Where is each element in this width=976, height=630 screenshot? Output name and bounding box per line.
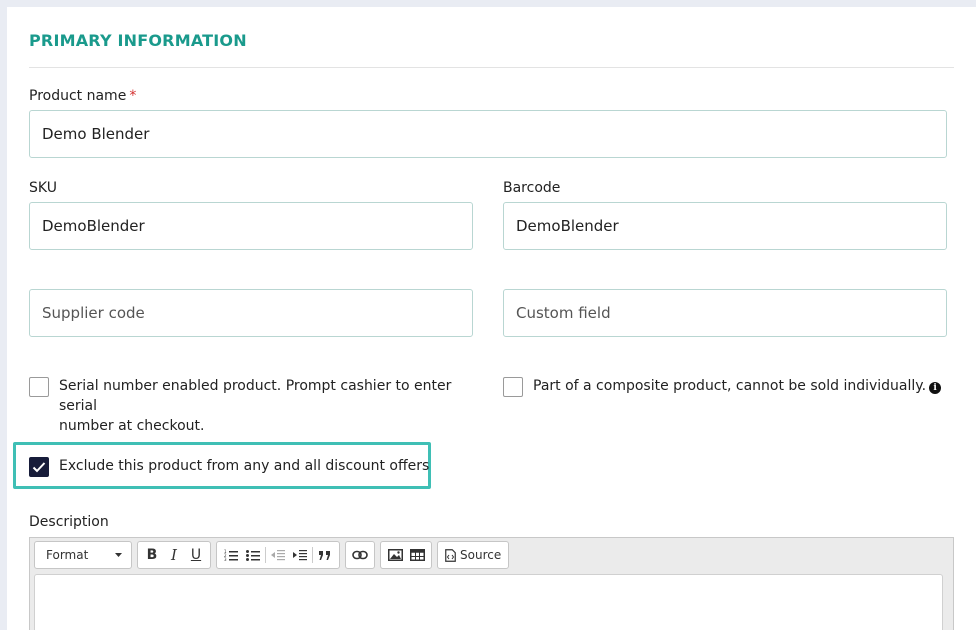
sku-label: SKU [29, 180, 57, 196]
format-group: Format [34, 541, 132, 569]
editor-toolbar: Format B I U 123 Source [34, 541, 510, 569]
composite-product-checkbox[interactable] [503, 377, 523, 397]
sku-input[interactable]: DemoBlender [29, 202, 473, 250]
serial-number-label-line1: Serial number enabled product. Prompt ca… [59, 378, 452, 414]
product-name-label: Product name * [29, 88, 136, 104]
underline-button[interactable]: U [185, 544, 207, 566]
text-style-group: B I U [137, 541, 211, 569]
numbered-list-icon[interactable]: 123 [220, 544, 242, 566]
composite-product-label: Part of a composite product, cannot be s… [533, 376, 953, 396]
indent-icon[interactable] [289, 544, 311, 566]
serial-number-label: Serial number enabled product. Prompt ca… [59, 376, 479, 436]
format-dropdown-label: Format [46, 548, 89, 562]
link-group [345, 541, 375, 569]
checkmark-icon [32, 462, 46, 473]
exclude-discount-checkbox[interactable] [29, 457, 49, 477]
bold-button[interactable]: B [141, 544, 163, 566]
product-name-label-text: Product name [29, 88, 127, 104]
serial-number-checkbox[interactable] [29, 377, 49, 397]
outdent-icon[interactable] [267, 544, 289, 566]
source-group: Source [437, 541, 510, 569]
source-icon [445, 548, 456, 562]
supplier-code-input[interactable]: Supplier code [29, 289, 473, 337]
serial-number-label-line2: number at checkout. [59, 418, 205, 434]
custom-field-input[interactable]: Custom field [503, 289, 947, 337]
required-marker: * [129, 88, 137, 104]
source-label: Source [460, 548, 502, 562]
bulleted-list-icon[interactable] [242, 544, 264, 566]
paragraph-group: 123 [216, 541, 340, 569]
exclude-discount-label: Exclude this product from any and all di… [59, 458, 430, 474]
product-name-input[interactable]: Demo Blender [29, 110, 947, 158]
product-form-card: PRIMARY INFORMATION Product name * Demo B… [7, 7, 976, 630]
source-button[interactable]: Source [441, 544, 505, 566]
description-textarea[interactable] [34, 574, 943, 630]
section-divider [29, 67, 954, 68]
blockquote-icon[interactable] [314, 544, 336, 566]
italic-button[interactable]: I [163, 544, 185, 566]
description-label: Description [29, 514, 109, 530]
section-title: PRIMARY INFORMATION [29, 31, 247, 50]
dropdown-arrow-icon [115, 553, 122, 557]
table-icon[interactable] [406, 544, 428, 566]
barcode-label: Barcode [503, 180, 561, 196]
composite-product-label-text: Part of a composite product, cannot be s… [533, 378, 927, 394]
insert-group [380, 541, 432, 569]
format-dropdown[interactable]: Format [38, 544, 128, 566]
description-editor: Format B I U 123 Source [29, 537, 954, 630]
toolbar-separator [265, 547, 266, 563]
toolbar-separator [312, 547, 313, 563]
barcode-input[interactable]: DemoBlender [503, 202, 947, 250]
info-icon[interactable]: i [929, 382, 942, 394]
image-icon[interactable] [384, 544, 406, 566]
link-icon[interactable] [349, 544, 371, 566]
svg-text:3: 3 [224, 557, 227, 561]
